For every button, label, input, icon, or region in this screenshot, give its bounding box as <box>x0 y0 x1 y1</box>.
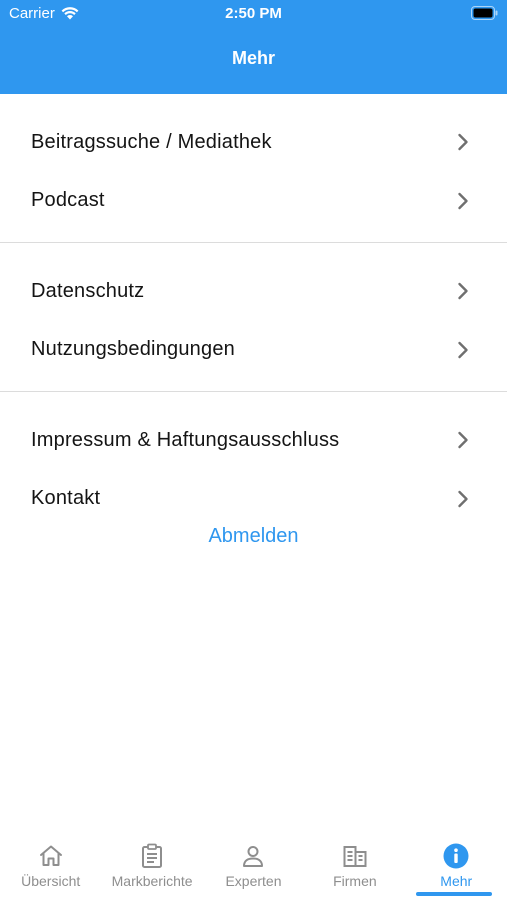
menu-item-nutzungsbedingungen[interactable]: Nutzungsbedingungen <box>0 321 507 380</box>
status-bar: Carrier 2:50 PM <box>0 0 507 28</box>
menu-item-podcast[interactable]: Podcast <box>0 172 507 231</box>
active-tab-indicator <box>415 892 492 896</box>
menu-item-label: Datenschutz <box>31 279 145 302</box>
menu-item-label: Kontakt <box>31 487 101 510</box>
tab-markberichte[interactable]: Markberichte <box>101 828 202 900</box>
tab-bar: Übersicht Markberichte Experten Firmen M… <box>0 828 507 900</box>
chevron-right-icon <box>458 432 468 449</box>
person-icon <box>243 846 264 867</box>
menu-item-label: Podcast <box>31 189 105 212</box>
header: Carrier 2:50 PM Mehr <box>0 0 507 94</box>
tab-label: Übersicht <box>21 873 81 889</box>
home-icon <box>39 845 62 866</box>
battery-icon <box>471 6 498 20</box>
tab-label: Mehr <box>440 873 473 889</box>
chevron-right-icon <box>458 341 468 358</box>
chevron-right-icon <box>458 490 468 507</box>
menu-item-label: Impressum & Haftungsausschluss <box>31 428 340 451</box>
chevron-right-icon <box>458 192 468 209</box>
menu-item-mediathek[interactable]: Beitragssuche / Mediathek <box>0 113 507 172</box>
tab-mehr[interactable]: Mehr <box>406 828 507 900</box>
menu-group-legal: Datenschutz Nutzungsbedingungen <box>0 243 507 392</box>
chevron-right-icon <box>458 134 468 151</box>
tab-label: Markberichte <box>111 873 193 889</box>
menu-item-label: Nutzungsbedingungen <box>31 338 235 361</box>
tab-label: Firmen <box>333 873 377 889</box>
clock: 2:50 PM <box>225 5 282 22</box>
page-title: Mehr <box>231 48 275 68</box>
menu-group-contact: Impressum & Haftungsausschluss Kontakt <box>0 392 507 540</box>
tab-uebersicht[interactable]: Übersicht <box>0 828 101 900</box>
menu-item-label: Beitragssuche / Mediathek <box>31 130 272 153</box>
menu-item-kontakt[interactable]: Kontakt <box>0 470 507 529</box>
settings-menu: Beitragssuche / Mediathek Podcast Datens… <box>0 94 507 540</box>
chevron-right-icon <box>458 283 468 300</box>
tab-label: Experten <box>225 873 282 889</box>
info-icon <box>443 843 469 869</box>
menu-item-datenschutz[interactable]: Datenschutz <box>0 262 507 321</box>
building-icon <box>343 846 367 867</box>
tab-firmen[interactable]: Firmen <box>304 828 405 900</box>
menu-item-impressum[interactable]: Impressum & Haftungsausschluss <box>0 411 507 470</box>
menu-group-media: Beitragssuche / Mediathek Podcast <box>0 94 507 243</box>
tab-experten[interactable]: Experten <box>203 828 304 900</box>
logout-button[interactable]: Abmelden <box>0 525 507 548</box>
clipboard-icon <box>142 843 163 868</box>
